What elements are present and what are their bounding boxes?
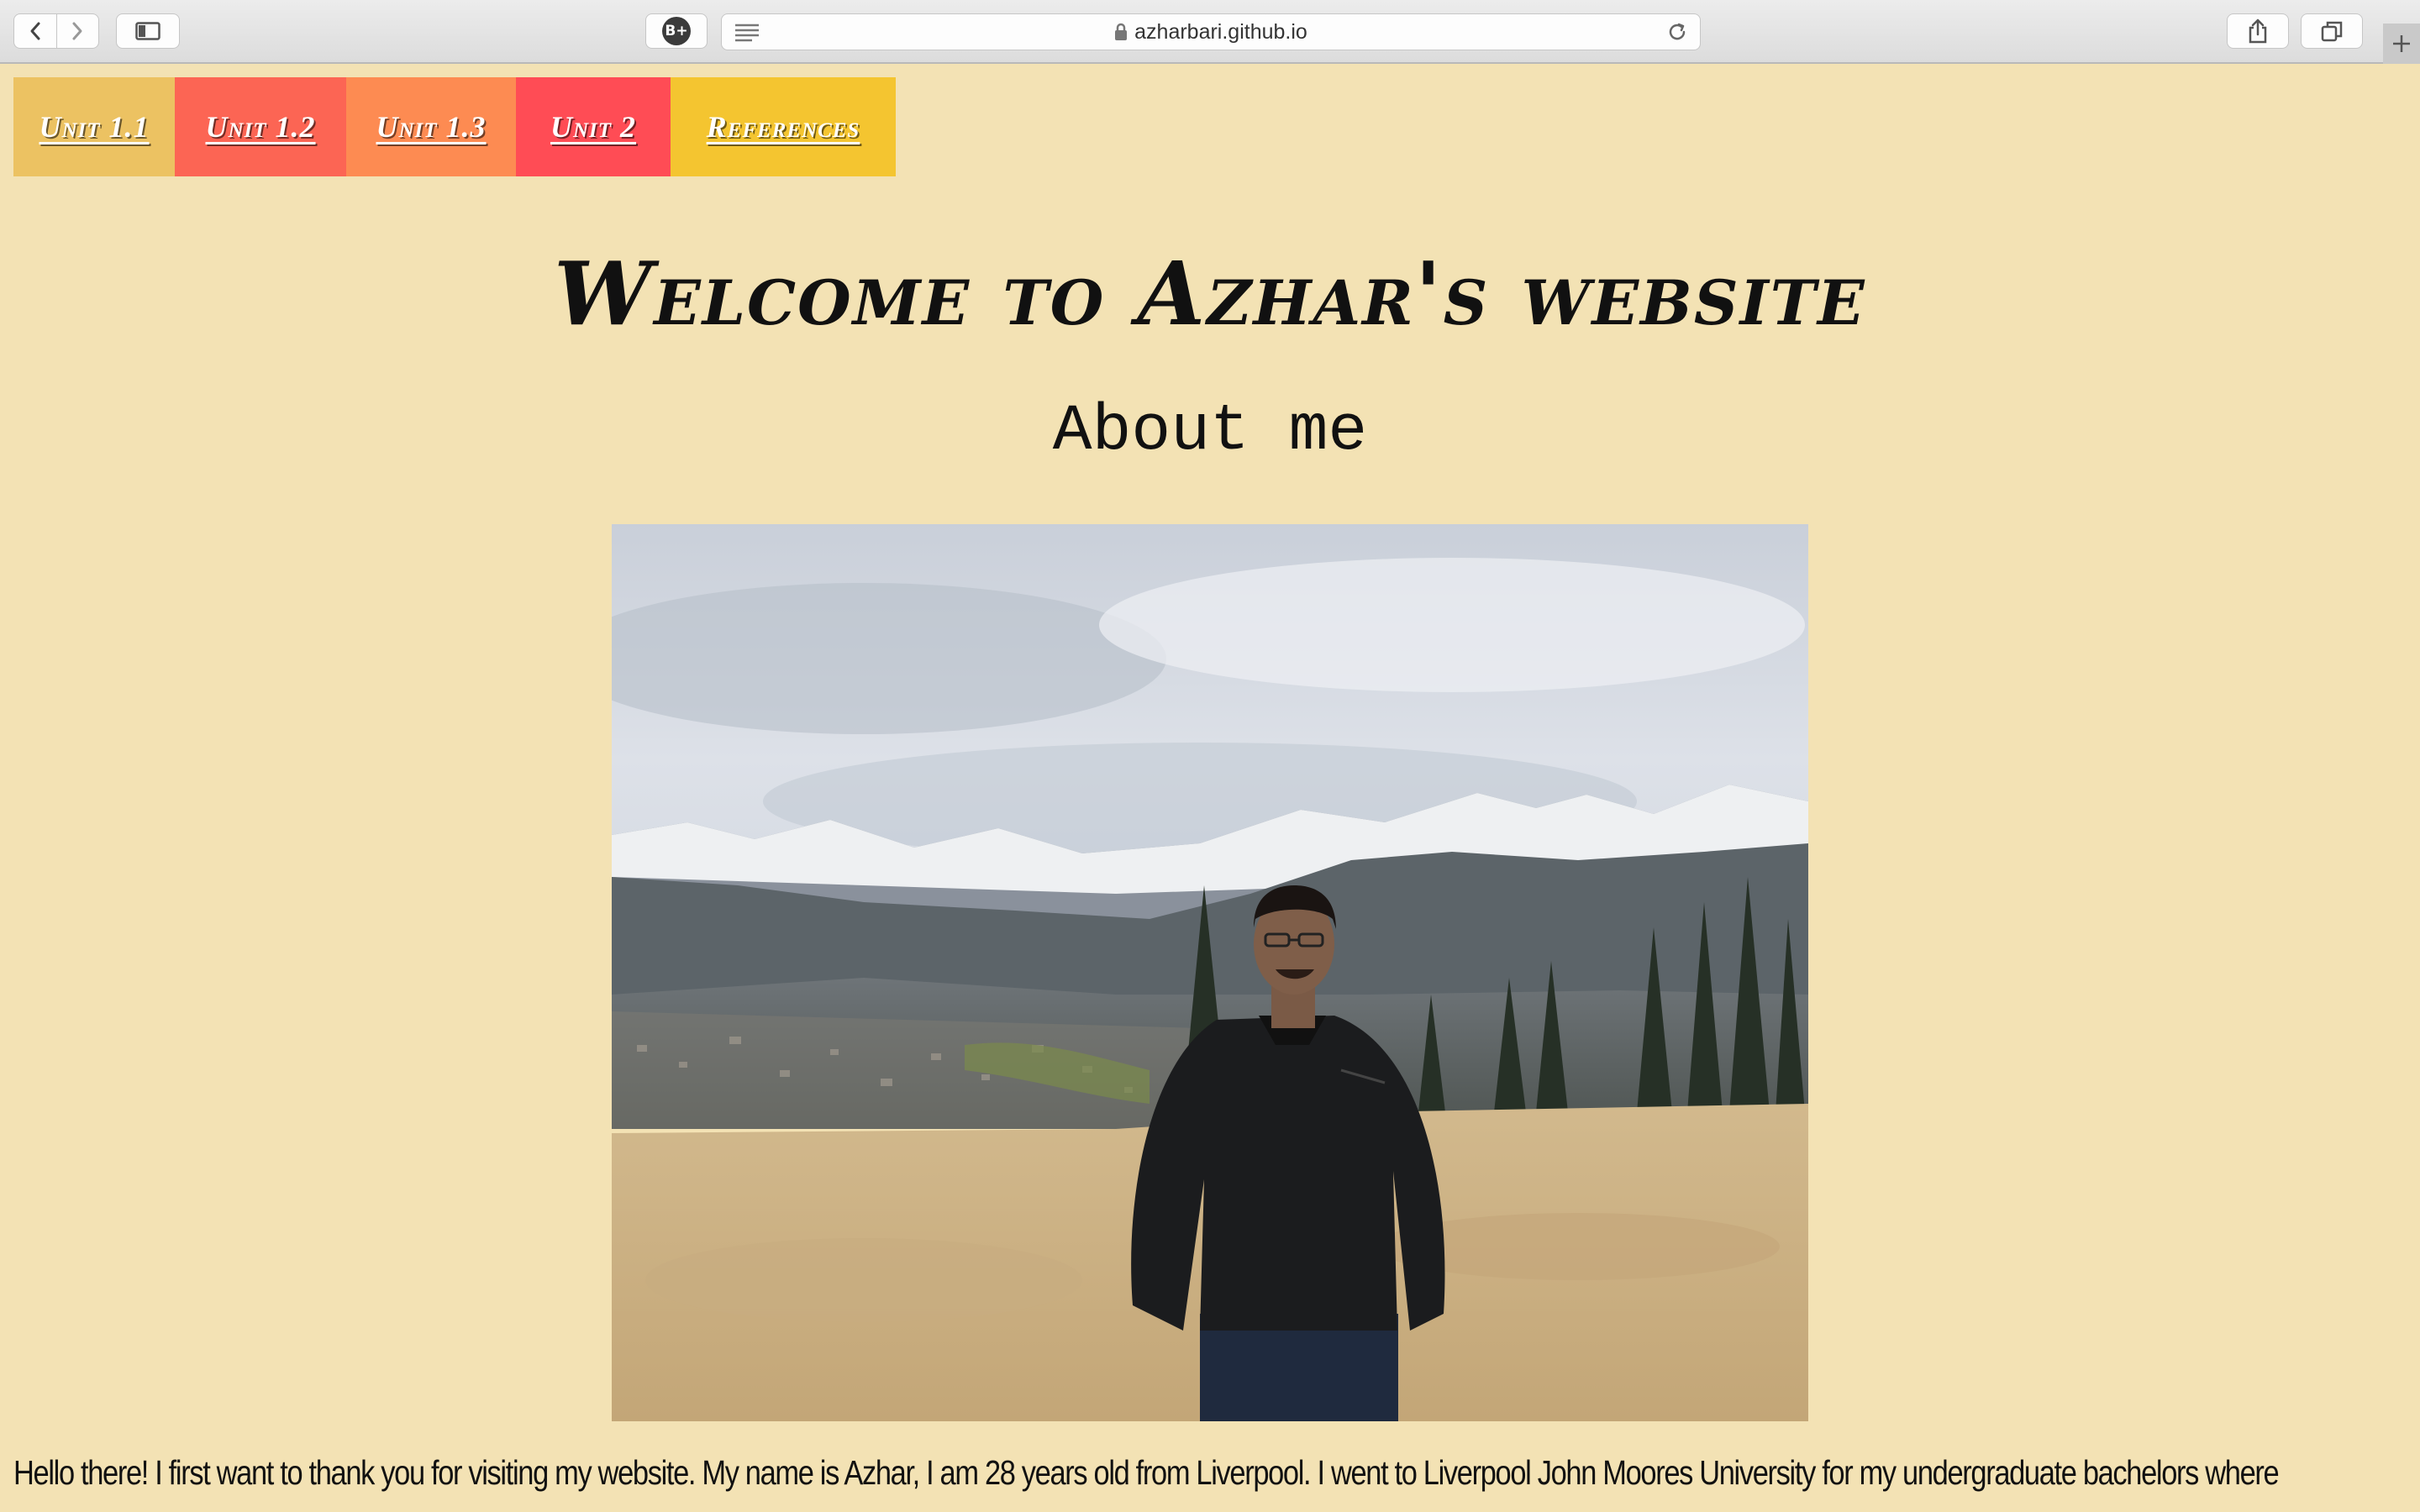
nav-link-unit-1-1[interactable]: Unit 1.1	[13, 77, 175, 176]
address-bar[interactable]: azharbari.github.io	[721, 13, 1701, 50]
chevron-right-icon	[72, 22, 82, 40]
section-heading-about: About me	[1052, 395, 1368, 469]
reload-icon[interactable]	[1666, 21, 1688, 43]
nav-link-references[interactable]: References	[671, 77, 896, 176]
profile-photo	[612, 524, 1808, 1421]
mountain-landscape-photo	[612, 524, 1808, 1421]
extension-button[interactable]: B+	[645, 13, 708, 49]
sidebar-icon	[135, 22, 160, 40]
chevron-left-icon	[30, 22, 40, 40]
intro-paragraph: Hello there! I first want to thank you f…	[13, 1453, 2280, 1492]
tabs-overview-icon	[2321, 21, 2343, 42]
nav-link-unit-1-2[interactable]: Unit 1.2	[175, 77, 346, 176]
forward-button[interactable]	[55, 14, 99, 48]
new-tab-button[interactable]	[2383, 24, 2420, 64]
back-button[interactable]	[14, 14, 56, 48]
url-display[interactable]: azharbari.github.io	[722, 14, 1700, 50]
history-buttons	[13, 13, 99, 49]
nav-link-unit-2[interactable]: Unit 2	[516, 77, 671, 176]
share-button[interactable]	[2227, 13, 2289, 49]
extension-badge: B+	[662, 17, 691, 45]
nav-link-unit-1-3[interactable]: Unit 1.3	[346, 77, 516, 176]
url-text: azharbari.github.io	[1134, 19, 1307, 44]
sidebar-button[interactable]	[116, 13, 180, 49]
tabs-overview-button[interactable]	[2301, 13, 2363, 49]
unit-navigation: Unit 1.1 Unit 1.2 Unit 1.3 Unit 2 Refere…	[13, 77, 896, 176]
plus-icon	[2393, 35, 2410, 52]
page-title: Welcome to Azhar's website	[554, 242, 1866, 345]
share-icon	[2249, 18, 2267, 44]
lock-icon	[1115, 23, 1128, 40]
browser-toolbar: B+ azharbari.github.io	[0, 0, 2420, 64]
